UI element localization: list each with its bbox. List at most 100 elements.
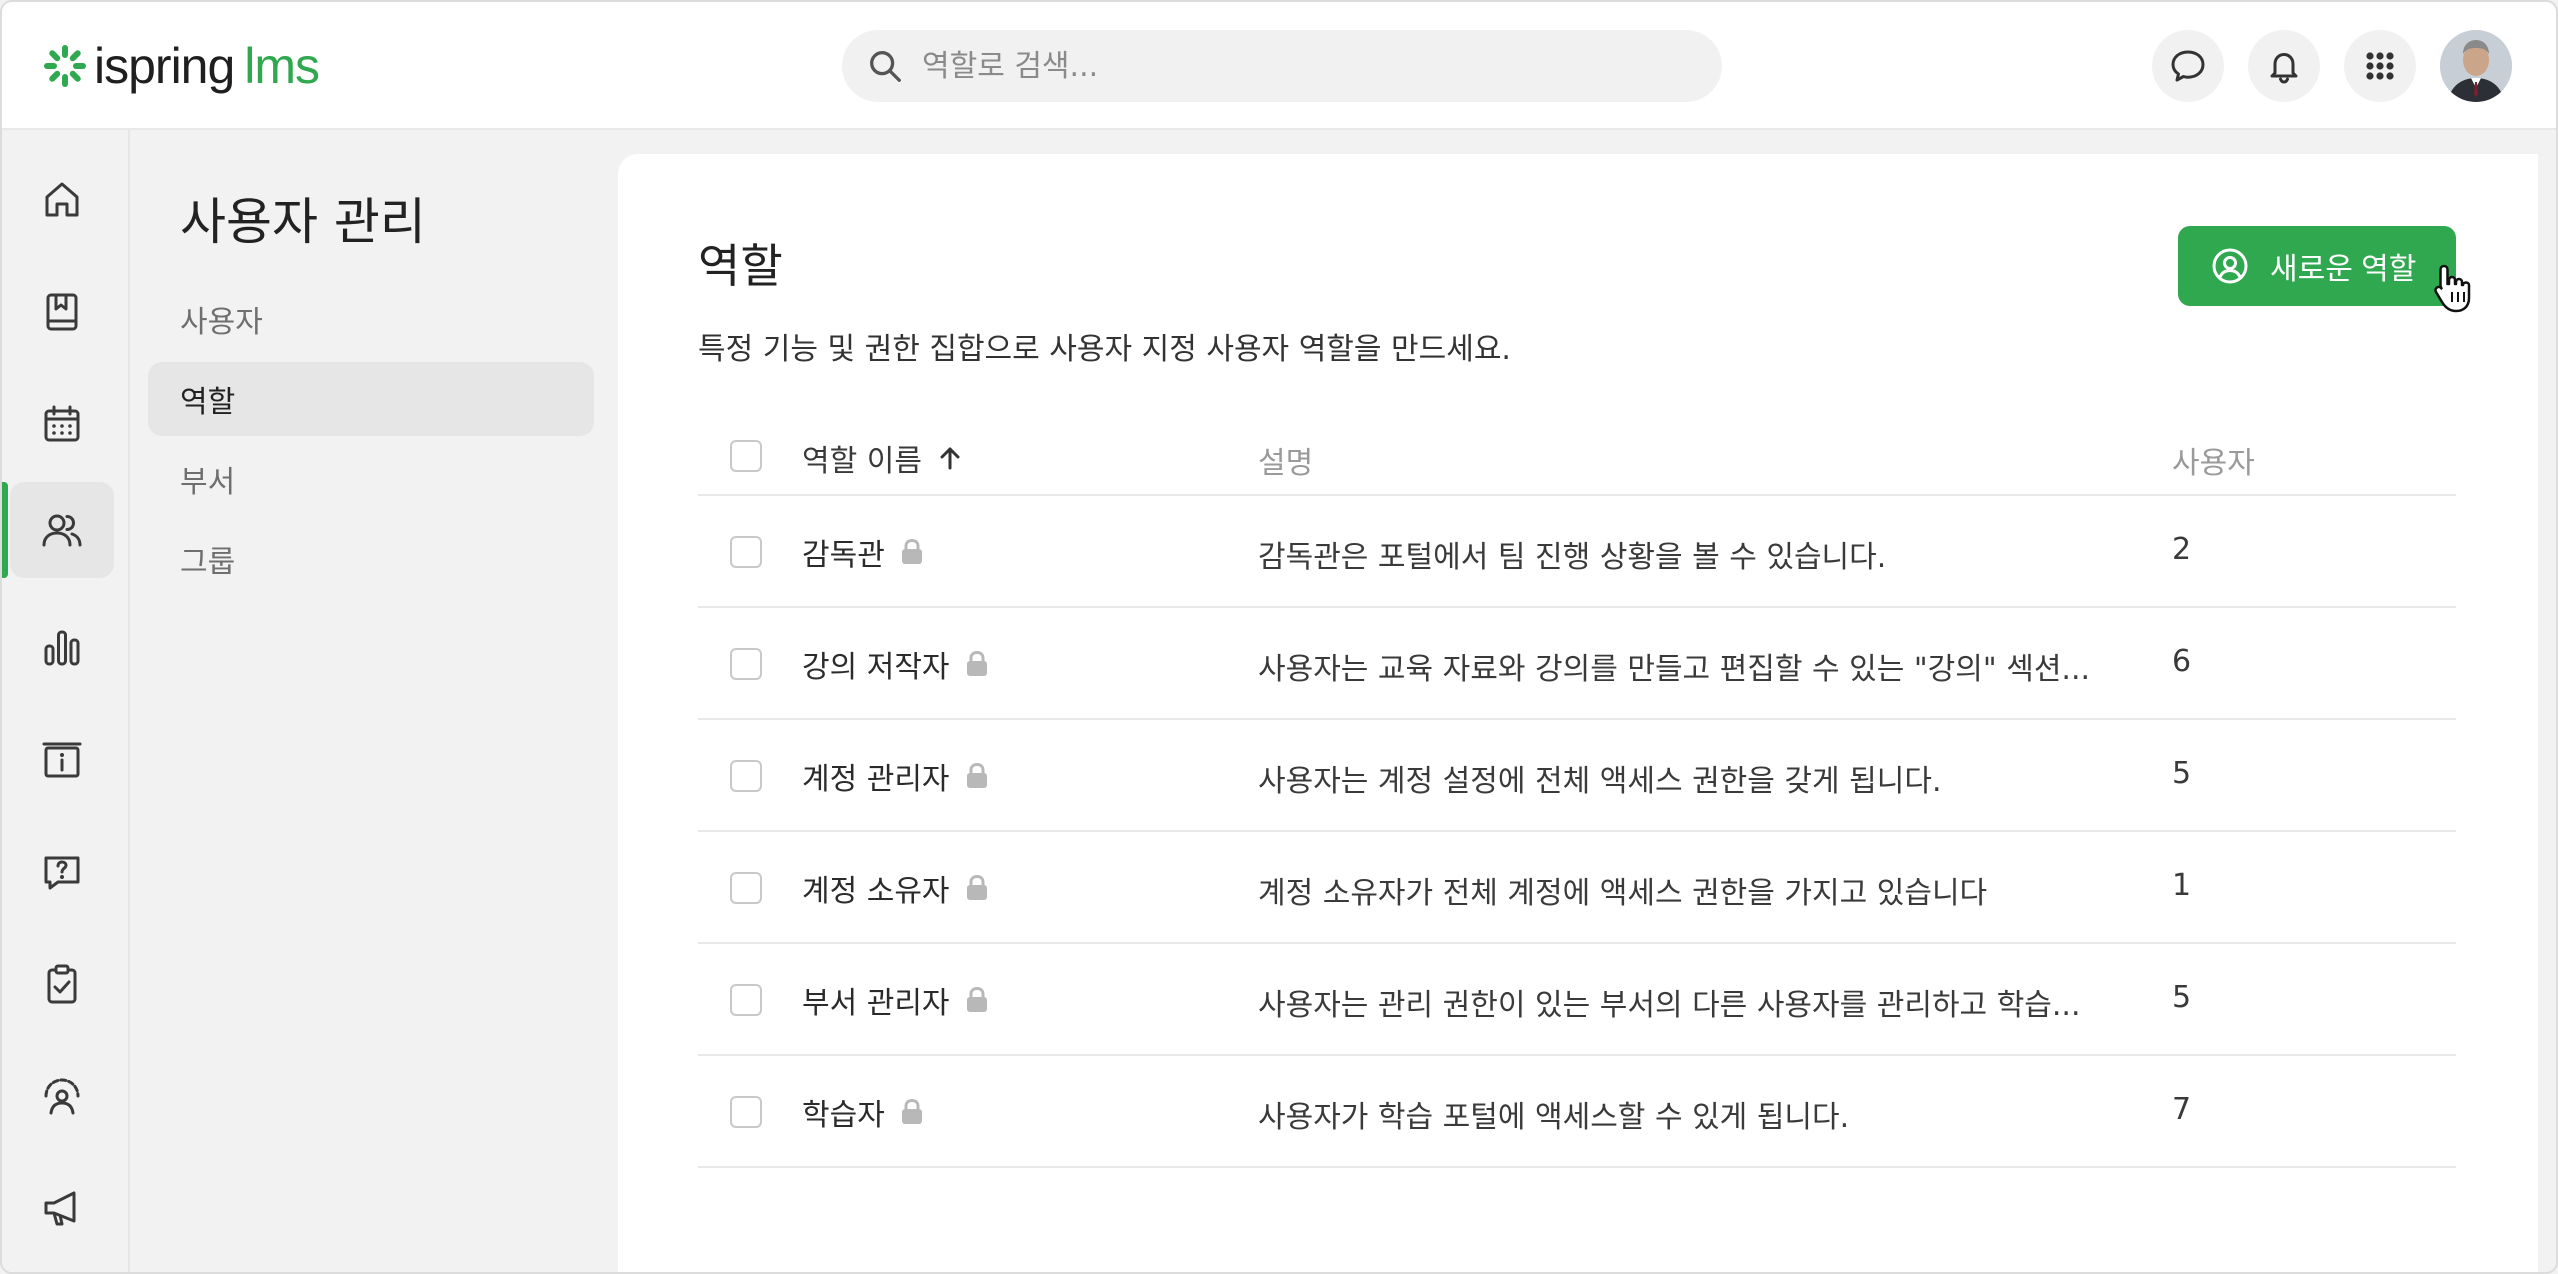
performance-icon bbox=[44, 1078, 80, 1115]
user-avatar[interactable] bbox=[2440, 30, 2512, 102]
page-title: 역할 bbox=[698, 239, 783, 293]
rail-item-info[interactable] bbox=[10, 712, 114, 808]
rail-item-courses[interactable] bbox=[10, 264, 114, 360]
subnav-item-users[interactable]: 사용자 bbox=[148, 282, 594, 356]
role-name[interactable]: 감독관 bbox=[802, 530, 925, 574]
role-name-text: 계정 관리자 bbox=[802, 762, 950, 797]
chat-button[interactable] bbox=[2152, 30, 2224, 102]
section-title: 사용자 관리 bbox=[180, 193, 426, 251]
role-user-count: 7 bbox=[2172, 1092, 2192, 1127]
description-column-header: 설명 bbox=[1258, 446, 1314, 481]
lock-icon bbox=[966, 762, 987, 788]
avatar-icon bbox=[2440, 30, 2512, 102]
row-checkbox[interactable] bbox=[730, 536, 762, 568]
main-panel: 역할 특정 기능 및 권한 집합으로 사용자 지정 사용자 역할을 만드세요. … bbox=[618, 154, 2538, 1272]
chat-icon bbox=[2171, 50, 2205, 82]
notifications-button[interactable] bbox=[2248, 30, 2320, 102]
role-description: 사용자는 관리 권한이 있는 부서의 다른 사용자를 관리하고 학습... bbox=[1258, 988, 2081, 1023]
role-name-text: 계정 소유자 bbox=[802, 874, 950, 909]
rail-item-calendar[interactable] bbox=[10, 376, 114, 472]
role-name[interactable]: 계정 관리자 bbox=[802, 754, 990, 798]
role-description: 사용자는 계정 설정에 전체 액세스 권한을 갖게 됩니다. bbox=[1258, 764, 1942, 799]
search-icon bbox=[870, 51, 901, 82]
role-user-count: 5 bbox=[2172, 756, 2192, 791]
tasks-clipboard-icon bbox=[47, 964, 77, 1004]
logo-text: ispring lms bbox=[94, 38, 320, 94]
rail-item-users[interactable] bbox=[10, 482, 114, 578]
rail-item-help[interactable] bbox=[10, 824, 114, 920]
rail-item-home[interactable] bbox=[10, 152, 114, 248]
role-name-text: 부서 관리자 bbox=[802, 986, 950, 1021]
subnav-item-groups[interactable]: 그룹 bbox=[148, 522, 594, 596]
logo[interactable]: ispring lms bbox=[42, 38, 320, 94]
apps-button[interactable] bbox=[2344, 30, 2416, 102]
row-checkbox[interactable] bbox=[730, 648, 762, 680]
courses-book-icon bbox=[46, 293, 78, 331]
role-name[interactable]: 계정 소유자 bbox=[802, 866, 990, 910]
app-window: ispring lms 역할로 검색... 사용자 관리 사용자 역할 부서 그… bbox=[0, 0, 2558, 1274]
role-name-text: 감독관 bbox=[802, 538, 885, 573]
search-input[interactable] bbox=[922, 48, 1682, 84]
home-icon bbox=[45, 182, 79, 217]
sort-ascending-icon[interactable] bbox=[936, 444, 964, 472]
table-row[interactable]: 학습자 사용자가 학습 포털에 액세스할 수 있게 됩니다. 7 bbox=[698, 1056, 2456, 1168]
name-header-label: 역할 이름 bbox=[802, 444, 922, 479]
icon-rail bbox=[2, 130, 130, 1272]
name-column-header[interactable]: 역할 이름 bbox=[802, 436, 964, 480]
users-column-header: 사용자 bbox=[2172, 446, 2255, 481]
select-all-checkbox[interactable] bbox=[730, 440, 762, 472]
hand-cursor-icon bbox=[2434, 264, 2471, 313]
role-description: 사용자는 교육 자료와 강의를 만들고 편집할 수 있는 "강의" 섹션... bbox=[1258, 652, 2091, 687]
role-user-count: 6 bbox=[2172, 644, 2192, 679]
table-row[interactable]: 감독관 감독관은 포털에서 팀 진행 상황을 볼 수 있습니다. 2 bbox=[698, 496, 2456, 608]
reports-chart-icon bbox=[44, 630, 80, 666]
active-indicator bbox=[2, 482, 8, 578]
table-row[interactable]: 강의 저작자 사용자는 교육 자료와 강의를 만들고 편집할 수 있는 "강의"… bbox=[698, 608, 2456, 720]
table-row[interactable]: 계정 소유자 계정 소유자가 전체 계정에 액세스 권한을 가지고 있습니다 1 bbox=[698, 832, 2456, 944]
lock-icon bbox=[966, 874, 987, 900]
row-checkbox[interactable] bbox=[730, 760, 762, 792]
rail-item-performance[interactable] bbox=[10, 1048, 114, 1144]
page-description: 특정 기능 및 권한 집합으로 사용자 지정 사용자 역할을 만드세요. bbox=[698, 332, 1511, 367]
user-circle-icon bbox=[2212, 248, 2248, 284]
users-icon bbox=[42, 514, 82, 547]
role-user-count: 2 bbox=[2172, 532, 2192, 567]
subnav-item-roles[interactable]: 역할 bbox=[148, 362, 594, 436]
row-checkbox[interactable] bbox=[730, 984, 762, 1016]
rail-item-tasks[interactable] bbox=[10, 936, 114, 1032]
help-question-icon bbox=[44, 856, 80, 890]
row-checkbox[interactable] bbox=[730, 1096, 762, 1128]
role-user-count: 5 bbox=[2172, 980, 2192, 1015]
table-header: 역할 이름 설명 사용자 bbox=[698, 416, 2456, 496]
apps-grid-icon bbox=[2366, 52, 2394, 80]
role-name-text: 학습자 bbox=[802, 1098, 885, 1133]
role-description: 계정 소유자가 전체 계정에 액세스 권한을 가지고 있습니다 bbox=[1258, 876, 1988, 911]
table-row[interactable]: 부서 관리자 사용자는 관리 권한이 있는 부서의 다른 사용자를 관리하고 학… bbox=[698, 944, 2456, 1056]
search-bar[interactable] bbox=[842, 30, 1722, 102]
role-name[interactable]: 학습자 bbox=[802, 1090, 925, 1134]
row-checkbox[interactable] bbox=[730, 872, 762, 904]
lock-icon bbox=[901, 1098, 922, 1124]
lock-icon bbox=[901, 538, 922, 564]
announcement-megaphone-icon bbox=[44, 1191, 76, 1226]
table-row[interactable]: 계정 관리자 사용자는 계정 설정에 전체 액세스 권한을 갖게 됩니다. 5 bbox=[698, 720, 2456, 832]
new-role-button[interactable]: 새로운 역할 bbox=[2178, 226, 2456, 306]
role-name[interactable]: 부서 관리자 bbox=[802, 978, 990, 1022]
top-bar: ispring lms bbox=[2, 2, 2556, 130]
role-description: 감독관은 포털에서 팀 진행 상황을 볼 수 있습니다. bbox=[1258, 540, 1887, 575]
role-description: 사용자가 학습 포털에 액세스할 수 있게 됩니다. bbox=[1258, 1100, 1850, 1135]
ispring-logo-icon bbox=[44, 45, 86, 87]
calendar-icon bbox=[44, 405, 80, 442]
subnav-item-departments[interactable]: 부서 bbox=[148, 442, 594, 516]
new-role-label: 새로운 역할 bbox=[2270, 253, 2417, 286]
lock-icon bbox=[966, 650, 987, 676]
bell-icon bbox=[2270, 53, 2298, 84]
role-user-count: 1 bbox=[2172, 868, 2192, 903]
rail-item-reports[interactable] bbox=[10, 600, 114, 696]
role-name[interactable]: 강의 저작자 bbox=[802, 642, 990, 686]
sub-navigation: 사용자 관리 사용자 역할 부서 그룹 bbox=[132, 130, 602, 1272]
info-icon bbox=[42, 742, 82, 778]
roles-table: 역할 이름 설명 사용자 감독관 감독관은 포털에서 팀 진행 상황을 볼 수 … bbox=[698, 416, 2456, 1168]
rail-item-announcements[interactable] bbox=[10, 1160, 114, 1256]
role-name-text: 강의 저작자 bbox=[802, 650, 950, 685]
